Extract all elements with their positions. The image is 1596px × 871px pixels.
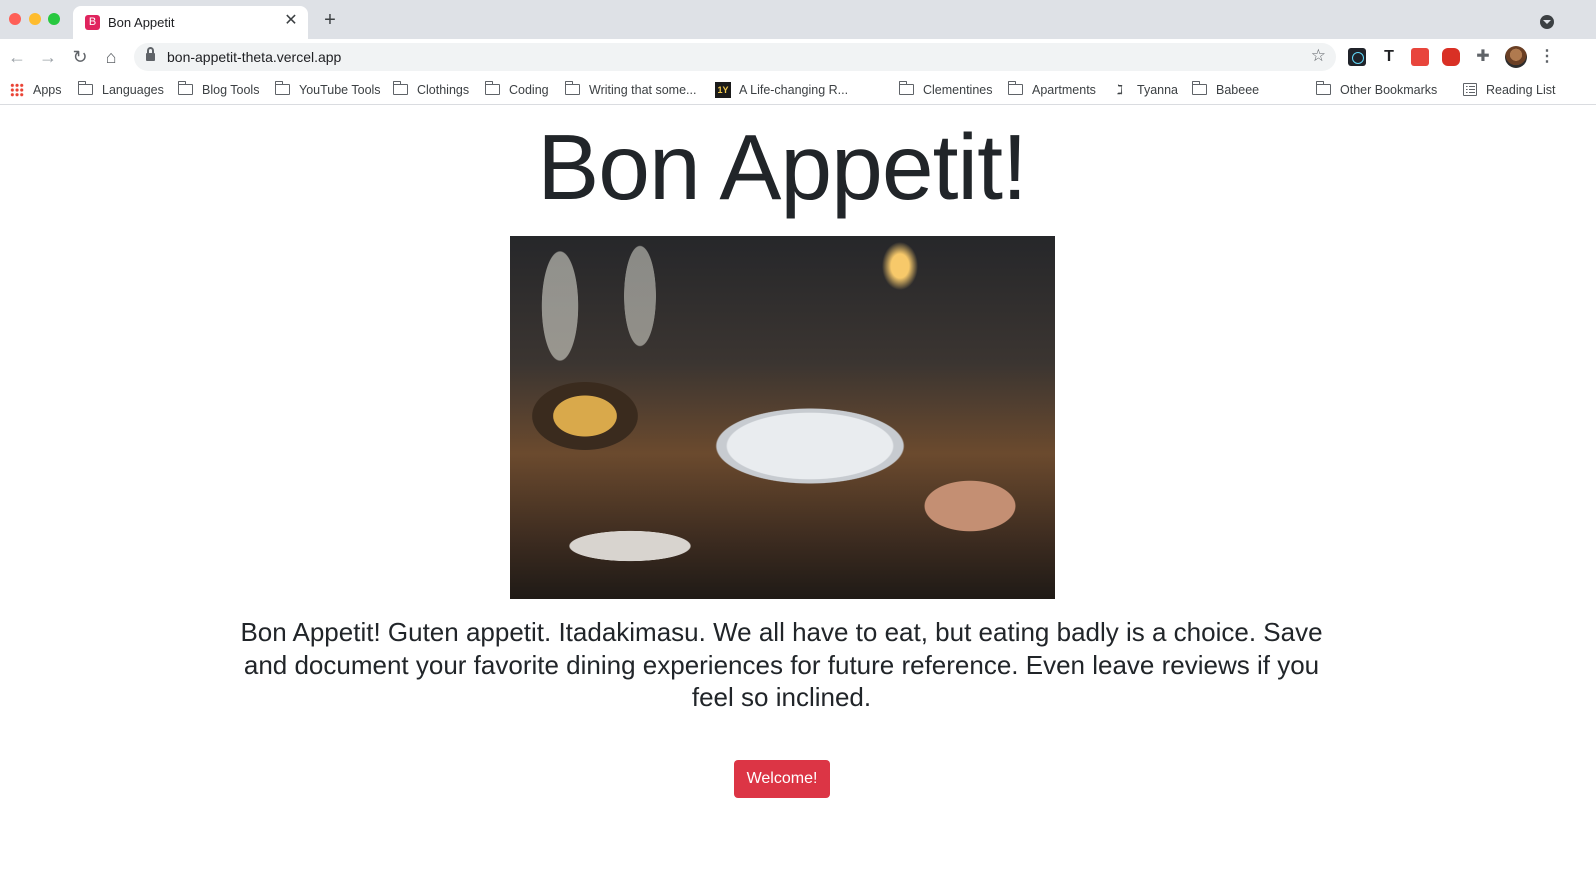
bookmark-label: Coding: [509, 83, 549, 97]
bookmark-label: Clementines: [923, 83, 993, 97]
page-description: Bon Appetit! Guten appetit. Itadakimasu.…: [240, 617, 1323, 712]
tab-search-icon[interactable]: [1540, 15, 1554, 29]
bookmarks-bar: Apps Languages Blog Tools YouTube Tools …: [0, 76, 1596, 173]
bookmark-label: Apps: [33, 83, 62, 97]
folder-icon: [392, 81, 408, 96]
lock-icon[interactable]: [146, 47, 155, 61]
close-window-button[interactable]: [9, 13, 21, 25]
bookmark-star-icon[interactable]: ☆: [1311, 46, 1326, 66]
bookmark-label: Babeee: [1216, 83, 1260, 97]
folder-icon: [77, 81, 93, 96]
figure-icon: ℷ: [1117, 82, 1124, 97]
tab-title: Bon Appetit: [108, 15, 175, 30]
restaurant-dining-photo: [510, 236, 1055, 599]
bookmark-label: Languages: [102, 83, 164, 97]
folder-icon: [1191, 81, 1207, 96]
site-1y-icon: 1Y: [715, 81, 731, 98]
apps-grid-icon: [10, 82, 24, 97]
youtube-extension-icon[interactable]: [1442, 48, 1460, 66]
profile-avatar[interactable]: [1505, 46, 1527, 68]
folder-icon: [274, 81, 290, 96]
home-icon[interactable]: ⌂: [100, 46, 122, 68]
url-text[interactable]: bon-appetit-theta.vercel.app: [167, 49, 341, 65]
bookmark-label: YouTube Tools: [299, 83, 381, 97]
close-tab-icon[interactable]: ✕: [282, 12, 300, 30]
reading-list-button[interactable]: Reading List: [1463, 81, 1556, 99]
folder-icon: [177, 81, 193, 96]
page-title: Bon Appetit!: [537, 115, 1028, 219]
bookmark-apps[interactable]: Apps: [10, 81, 62, 99]
reading-list-icon: [1463, 83, 1477, 97]
bookmark-tyanna[interactable]: ℷ Tyanna: [1117, 81, 1178, 99]
folder-icon: [564, 81, 580, 96]
bookmark-label: Other Bookmarks: [1340, 83, 1438, 97]
bookmark-label: A Life-changing R...: [739, 83, 849, 97]
back-arrow-icon[interactable]: ←: [6, 46, 28, 68]
browser-toolbar: ← → ↻ ⌂ bon-appetit-theta.vercel.app ☆ T…: [0, 39, 1596, 76]
browser-menu-icon[interactable]: ⋮: [1538, 47, 1556, 67]
bookmark-life-changing[interactable]: 1Y A Life-changing R...: [715, 81, 848, 99]
bookmark-folder-clothings[interactable]: Clothings: [392, 81, 470, 99]
forward-arrow-icon[interactable]: →: [37, 46, 59, 68]
page-content: Bon Appetit! Bon Appetit! Guten appetit.…: [0, 106, 1596, 871]
react-devtools-icon[interactable]: [1348, 48, 1366, 66]
bookmark-folder-writing[interactable]: Writing that some...: [564, 81, 697, 99]
extensions-puzzle-icon[interactable]: ✚: [1474, 48, 1492, 66]
bookmark-folder-youtube-tools[interactable]: YouTube Tools: [274, 81, 381, 99]
bookmark-folder-languages[interactable]: Languages: [77, 81, 164, 99]
bookmark-folder-clementines[interactable]: Clementines: [898, 81, 993, 99]
tab-strip: B Bon Appetit ✕ +: [0, 0, 1596, 39]
bookmark-label: Clothings: [417, 83, 470, 97]
reading-list-label: Reading List: [1486, 83, 1556, 97]
new-tab-icon[interactable]: +: [320, 10, 340, 30]
bookmark-label: Tyanna: [1137, 83, 1179, 97]
site-favicon-icon: B: [85, 15, 100, 30]
bookmark-other-bookmarks[interactable]: Other Bookmarks: [1315, 81, 1438, 99]
folder-icon: [484, 81, 500, 96]
bookmark-label: Blog Tools: [202, 83, 260, 97]
folder-icon: [1007, 81, 1023, 96]
bookmark-folder-blog-tools[interactable]: Blog Tools: [177, 81, 260, 99]
minimize-window-button[interactable]: [29, 13, 41, 25]
bookmark-folder-babeee[interactable]: Babeee: [1191, 81, 1260, 99]
welcome-button[interactable]: Welcome!: [734, 760, 830, 798]
bookmark-folder-apartments[interactable]: Apartments: [1007, 81, 1096, 99]
reload-icon[interactable]: ↻: [69, 46, 91, 68]
text-extension-icon[interactable]: T: [1380, 48, 1398, 66]
maximize-window-button[interactable]: [48, 13, 60, 25]
bookmark-label: Writing that some...: [589, 83, 697, 97]
folder-icon: [898, 81, 914, 96]
active-tab[interactable]: B Bon Appetit ✕: [73, 6, 308, 39]
folder-icon: [1315, 81, 1331, 96]
bookmark-label: Apartments: [1032, 83, 1096, 97]
bookmark-folder-coding[interactable]: Coding: [484, 81, 549, 99]
address-bar[interactable]: bon-appetit-theta.vercel.app ☆: [134, 43, 1336, 71]
red-extension-icon[interactable]: [1411, 48, 1429, 66]
